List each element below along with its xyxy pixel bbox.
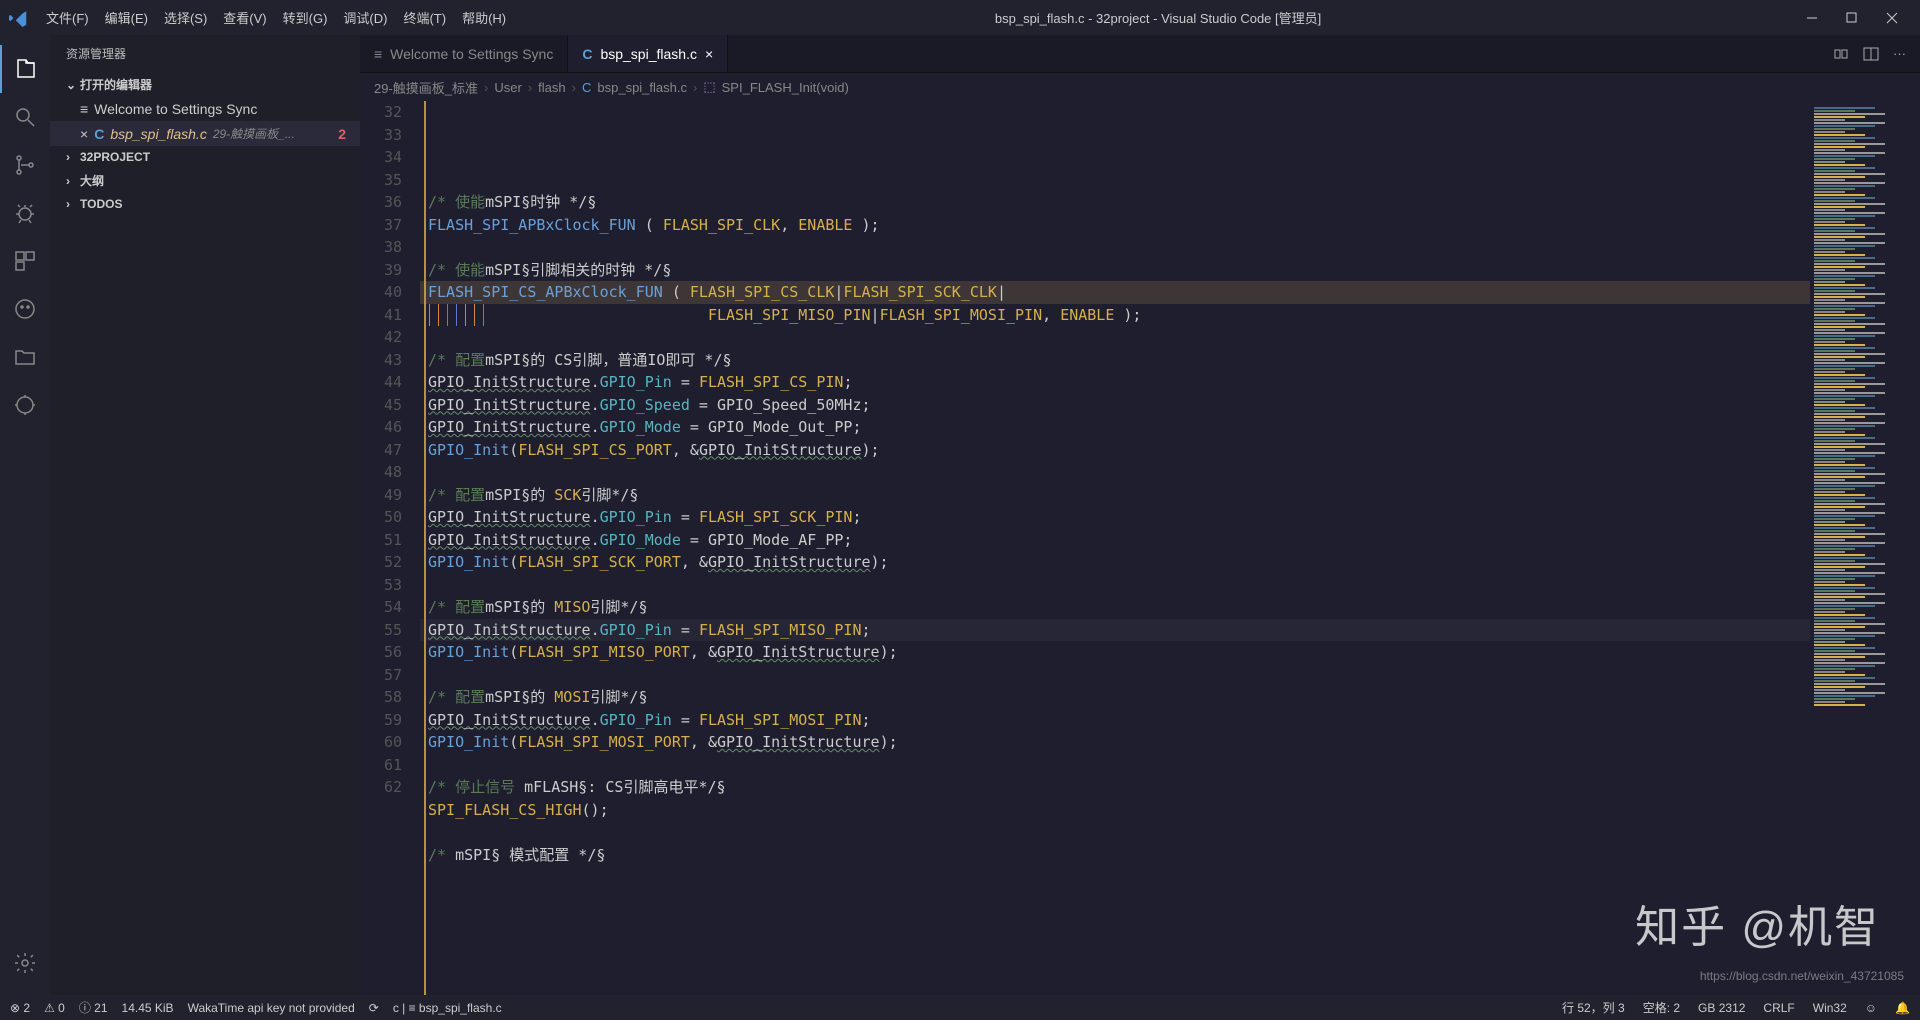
list-icon: ≡ — [374, 46, 382, 62]
menu-help[interactable]: 帮助(H) — [454, 8, 514, 27]
status-errors[interactable]: ⊗ 2 — [10, 1001, 30, 1015]
c-file-icon: C — [582, 46, 592, 62]
sidebar-explorer: 资源管理器 ⌄ 打开的编辑器 ≡ Welcome to Settings Syn… — [50, 35, 360, 995]
status-spaces[interactable]: 空格: 2 — [1643, 999, 1680, 1016]
menu-goto[interactable]: 转到(G) — [275, 8, 336, 27]
editor-tabs: ≡ Welcome to Settings Sync C bsp_spi_fla… — [360, 35, 1920, 73]
menu-edit[interactable]: 编辑(E) — [97, 8, 156, 27]
code-editor[interactable]: 3233343536373839404142434445464748495051… — [360, 101, 1920, 995]
title-bar: 文件(F) 编辑(E) 选择(S) 查看(V) 转到(G) 调试(D) 终端(T… — [0, 0, 1920, 35]
sidebar-open-editors-label: 打开的编辑器 — [80, 76, 152, 93]
chevron-right-icon: › — [66, 174, 76, 188]
menu-view[interactable]: 查看(V) — [215, 8, 274, 27]
open-editor-label: Welcome to Settings Sync — [94, 101, 257, 117]
breadcrumb-item[interactable]: bsp_spi_flash.c — [597, 80, 687, 95]
menu-select[interactable]: 选择(S) — [156, 8, 215, 27]
more-icon[interactable]: ··· — [1893, 46, 1906, 61]
tab-bsp-spi-flash[interactable]: C bsp_spi_flash.c × — [568, 35, 728, 72]
status-filesize: 14.45 KiB — [122, 1001, 174, 1015]
breadcrumb[interactable]: 29-触摸画板_标准› User› flash› C bsp_spi_flash… — [360, 73, 1920, 101]
breadcrumb-item[interactable]: User — [494, 80, 521, 95]
activity-extensions[interactable] — [0, 237, 50, 285]
open-editor-path: 29-触摸画板_... — [213, 125, 295, 142]
sidebar-todos-label: TODOS — [80, 197, 122, 211]
problem-badge: 2 — [338, 126, 346, 142]
bracket-guide — [424, 101, 426, 995]
compare-icon[interactable] — [1833, 46, 1849, 62]
menu-file[interactable]: 文件(F) — [38, 8, 97, 27]
tab-settings-sync[interactable]: ≡ Welcome to Settings Sync — [360, 35, 568, 72]
line-number-gutter: 3233343536373839404142434445464748495051… — [360, 101, 420, 995]
minimize-button[interactable] — [1802, 8, 1822, 28]
activity-search[interactable] — [0, 93, 50, 141]
symbol-icon: ⬚ — [703, 79, 715, 95]
minimap[interactable] — [1810, 101, 1920, 995]
activity-bar — [0, 35, 50, 995]
sidebar-open-editors[interactable]: ⌄ 打开的编辑器 — [50, 72, 360, 97]
status-bell-icon[interactable]: 🔔 — [1895, 1001, 1910, 1015]
list-icon: ≡ — [80, 101, 88, 117]
activity-settings[interactable] — [0, 939, 50, 987]
status-warnings[interactable]: ⚠ 0 — [44, 1001, 65, 1015]
open-editor-bsp-spi-flash[interactable]: × C bsp_spi_flash.c 29-触摸画板_... 2 — [50, 121, 360, 146]
breadcrumb-symbol[interactable]: SPI_FLASH_Init(void) — [722, 80, 849, 95]
status-line-col[interactable]: 行 52，列 3 — [1562, 999, 1625, 1016]
c-file-icon: C — [94, 126, 104, 142]
close-button[interactable] — [1882, 8, 1902, 28]
breadcrumb-item[interactable]: flash — [538, 80, 565, 95]
menu-terminal[interactable]: 终端(T) — [395, 8, 454, 27]
window-controls — [1802, 8, 1902, 28]
window-title: bsp_spi_flash.c - 32project - Visual Stu… — [514, 8, 1802, 27]
status-wakatime[interactable]: WakaTime api key not provided — [188, 1001, 355, 1015]
watermark-url: https://blog.csdn.net/weixin_43721085 — [1700, 969, 1904, 983]
sidebar-project[interactable]: › 32PROJECT — [50, 146, 360, 168]
tab-label: bsp_spi_flash.c — [600, 46, 697, 62]
menu-bar: 文件(F) 编辑(E) 选择(S) 查看(V) 转到(G) 调试(D) 终端(T… — [38, 8, 514, 27]
breadcrumb-item[interactable]: 29-触摸画板_标准 — [374, 78, 478, 97]
status-sync-icon[interactable]: ⟳ — [369, 1001, 379, 1015]
editor-actions: ··· — [1833, 35, 1920, 72]
status-language-select[interactable]: c | ≡ bsp_spi_flash.c — [393, 1001, 502, 1015]
activity-gitlens[interactable] — [0, 381, 50, 429]
chevron-right-icon: › — [66, 197, 76, 211]
close-icon[interactable]: × — [705, 46, 713, 62]
activity-explorer[interactable] — [0, 45, 50, 93]
sidebar-project-label: 32PROJECT — [80, 150, 150, 164]
chevron-down-icon: ⌄ — [66, 78, 76, 92]
open-editor-label: bsp_spi_flash.c — [110, 126, 207, 142]
activity-platformio[interactable] — [0, 285, 50, 333]
menu-debug[interactable]: 调试(D) — [335, 8, 395, 27]
close-icon[interactable]: × — [80, 126, 88, 142]
status-platform[interactable]: Win32 — [1813, 1001, 1847, 1015]
activity-folder[interactable] — [0, 333, 50, 381]
sidebar-outline-label: 大纲 — [80, 172, 104, 189]
sidebar-outline[interactable]: › 大纲 — [50, 168, 360, 193]
status-eol[interactable]: CRLF — [1763, 1001, 1794, 1015]
status-encoding[interactable]: GB 2312 — [1698, 1001, 1745, 1015]
activity-source-control[interactable] — [0, 141, 50, 189]
chevron-right-icon: › — [66, 150, 76, 164]
status-feedback-icon[interactable]: ☺ — [1865, 1001, 1877, 1015]
c-file-icon: C — [582, 80, 591, 95]
vscode-logo-icon — [8, 8, 28, 28]
status-bar: ⊗ 2 ⚠ 0 ⓘ 21 14.45 KiB WakaTime api key … — [0, 995, 1920, 1020]
editor-area: ≡ Welcome to Settings Sync C bsp_spi_fla… — [360, 35, 1920, 995]
sidebar-todos[interactable]: › TODOS — [50, 193, 360, 215]
open-editor-settings-sync[interactable]: ≡ Welcome to Settings Sync — [50, 97, 360, 121]
split-editor-icon[interactable] — [1863, 46, 1879, 62]
sidebar-title: 资源管理器 — [50, 35, 360, 72]
status-info[interactable]: ⓘ 21 — [79, 999, 108, 1016]
tab-label: Welcome to Settings Sync — [390, 46, 553, 62]
code-content[interactable]: /* 使能mSPI§时钟 */§FLASH_SPI_APBxClock_FUN … — [420, 101, 1810, 995]
maximize-button[interactable] — [1842, 8, 1862, 28]
activity-debug[interactable] — [0, 189, 50, 237]
